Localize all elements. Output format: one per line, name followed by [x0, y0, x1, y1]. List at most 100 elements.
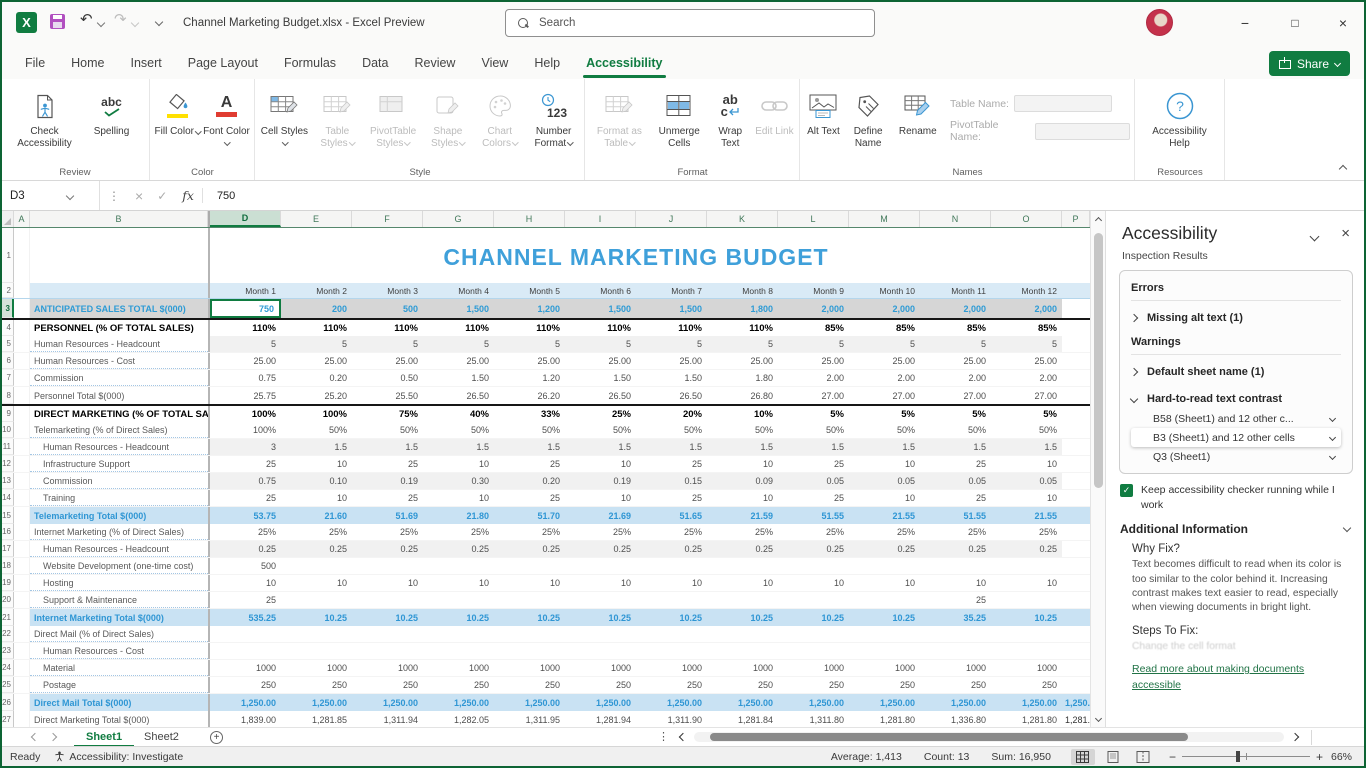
accessibility-help-button[interactable]: ? Accessibility Help	[1145, 83, 1215, 161]
cell-F9[interactable]: 75%	[352, 406, 423, 422]
cell-D21[interactable]: 535.25	[210, 609, 281, 626]
row-header-26[interactable]: 26	[0, 694, 14, 711]
cell-F3[interactable]: 500	[352, 299, 423, 318]
cell-F24[interactable]: 1000	[352, 660, 423, 676]
user-avatar[interactable]	[1146, 9, 1173, 36]
cell-G27[interactable]: 1,282.05	[423, 711, 494, 727]
cell-B16[interactable]: Internet Marketing (% of Direct Sales)	[30, 524, 208, 540]
cell-M10[interactable]: 50%	[849, 422, 920, 438]
cell-M22[interactable]	[849, 626, 920, 642]
cell-F8[interactable]: 25.50	[352, 387, 423, 404]
cell-A23[interactable]	[14, 643, 30, 659]
row-header-16[interactable]: 16	[0, 524, 14, 540]
cell-P9[interactable]	[1062, 406, 1090, 422]
cell-E14[interactable]: 10	[281, 490, 352, 506]
row-header-14[interactable]: 14	[0, 490, 14, 506]
cell-A9[interactable]	[14, 406, 30, 422]
cell-N26[interactable]: 1,250.00	[920, 694, 991, 711]
cell-L12[interactable]: 25	[778, 456, 849, 472]
cell-M24[interactable]: 1000	[849, 660, 920, 676]
cell-M9[interactable]: 5%	[849, 406, 920, 422]
cell-J21[interactable]: 10.25	[636, 609, 707, 626]
read-more-link[interactable]: Read more about making documents accessi…	[1132, 662, 1352, 694]
vertical-scrollbar-thumb[interactable]	[1094, 233, 1103, 488]
cell-A14[interactable]	[14, 490, 30, 506]
cell-G11[interactable]: 1.5	[423, 439, 494, 455]
page-layout-view-button[interactable]	[1101, 749, 1125, 765]
insert-function-icon[interactable]: fx	[174, 188, 203, 203]
cell-A13[interactable]	[14, 473, 30, 489]
cell-E20[interactable]	[281, 592, 352, 608]
cell-L27[interactable]: 1,311.80	[778, 711, 849, 727]
cell-G24[interactable]: 1000	[423, 660, 494, 676]
cell-L18[interactable]	[778, 558, 849, 574]
tab-accessibility[interactable]: Accessibility	[573, 56, 675, 79]
item-options-icon[interactable]	[1329, 434, 1336, 441]
scroll-left-icon[interactable]	[679, 733, 687, 741]
vertical-scrollbar[interactable]	[1090, 211, 1105, 727]
cell-B13[interactable]: Commission	[30, 473, 208, 489]
cell-G8[interactable]: 26.50	[423, 387, 494, 404]
cell-F18[interactable]	[352, 558, 423, 574]
cell-G9[interactable]: 40%	[423, 406, 494, 422]
cell-N2[interactable]: Month 11	[920, 283, 991, 298]
cell-B23[interactable]: Human Resources - Cost	[30, 643, 208, 659]
cell-A20[interactable]	[14, 592, 30, 608]
font-color-button[interactable]: A Font Color	[203, 83, 250, 161]
cell-A7[interactable]	[14, 370, 30, 386]
accessibility-status[interactable]: Accessibility: Investigate	[69, 751, 183, 763]
cell-N25[interactable]: 250	[920, 677, 991, 693]
cell-A11[interactable]	[14, 439, 30, 455]
cell-I12[interactable]: 10	[565, 456, 636, 472]
cell-O10[interactable]: 50%	[991, 422, 1062, 438]
cell-P20[interactable]	[1062, 592, 1090, 608]
cell-M5[interactable]: 5	[849, 336, 920, 352]
cell-I18[interactable]	[565, 558, 636, 574]
tab-insert[interactable]: Insert	[118, 56, 175, 79]
cell-K16[interactable]: 25%	[707, 524, 778, 540]
cell-D14[interactable]: 25	[210, 490, 281, 506]
page-break-view-button[interactable]	[1131, 749, 1155, 765]
cell-N8[interactable]: 27.00	[920, 387, 991, 404]
cell-P6[interactable]	[1062, 353, 1090, 369]
cell-P10[interactable]	[1062, 422, 1090, 438]
cell-G22[interactable]	[423, 626, 494, 642]
cell-A26[interactable]	[14, 694, 30, 711]
cell-D19[interactable]: 10	[210, 575, 281, 591]
item-options-icon[interactable]	[1329, 415, 1336, 422]
cell-K15[interactable]: 21.59	[707, 507, 778, 524]
cell-J17[interactable]: 0.25	[636, 541, 707, 557]
cell-K20[interactable]	[707, 592, 778, 608]
cell-E4[interactable]: 110%	[281, 320, 352, 336]
cell-J25[interactable]: 250	[636, 677, 707, 693]
cell-styles-button[interactable]: Cell Styles	[259, 83, 310, 161]
row-header-17[interactable]: 17	[0, 541, 14, 557]
col-header-H[interactable]: H	[494, 211, 565, 227]
cell-N7[interactable]: 2.00	[920, 370, 991, 386]
cell-J23[interactable]	[636, 643, 707, 659]
tab-help[interactable]: Help	[521, 56, 573, 79]
cell-L25[interactable]: 250	[778, 677, 849, 693]
cell-I7[interactable]: 1.50	[565, 370, 636, 386]
cell-I25[interactable]: 250	[565, 677, 636, 693]
cell-I5[interactable]: 5	[565, 336, 636, 352]
cell-N18[interactable]	[920, 558, 991, 574]
tab-overflow-icon[interactable]: ⋮	[658, 730, 669, 743]
cell-E10[interactable]: 50%	[281, 422, 352, 438]
cell-E21[interactable]: 10.25	[281, 609, 352, 626]
cell-O2[interactable]: Month 12	[991, 283, 1062, 298]
sheet-tab-sheet2[interactable]: Sheet2	[132, 728, 191, 747]
row-header-23[interactable]: 23	[0, 643, 14, 659]
cell-I10[interactable]: 50%	[565, 422, 636, 438]
cell-M25[interactable]: 250	[849, 677, 920, 693]
cell-F2[interactable]: Month 3	[352, 283, 423, 298]
cell-H2[interactable]: Month 5	[494, 283, 565, 298]
cell-A3[interactable]	[14, 299, 30, 318]
prev-sheet-icon[interactable]	[31, 733, 39, 741]
cell-F15[interactable]: 51.69	[352, 507, 423, 524]
cell-K19[interactable]: 10	[707, 575, 778, 591]
cell-M7[interactable]: 2.00	[849, 370, 920, 386]
cell-J9[interactable]: 20%	[636, 406, 707, 422]
cell-H15[interactable]: 51.70	[494, 507, 565, 524]
col-header-N[interactable]: N	[920, 211, 991, 227]
